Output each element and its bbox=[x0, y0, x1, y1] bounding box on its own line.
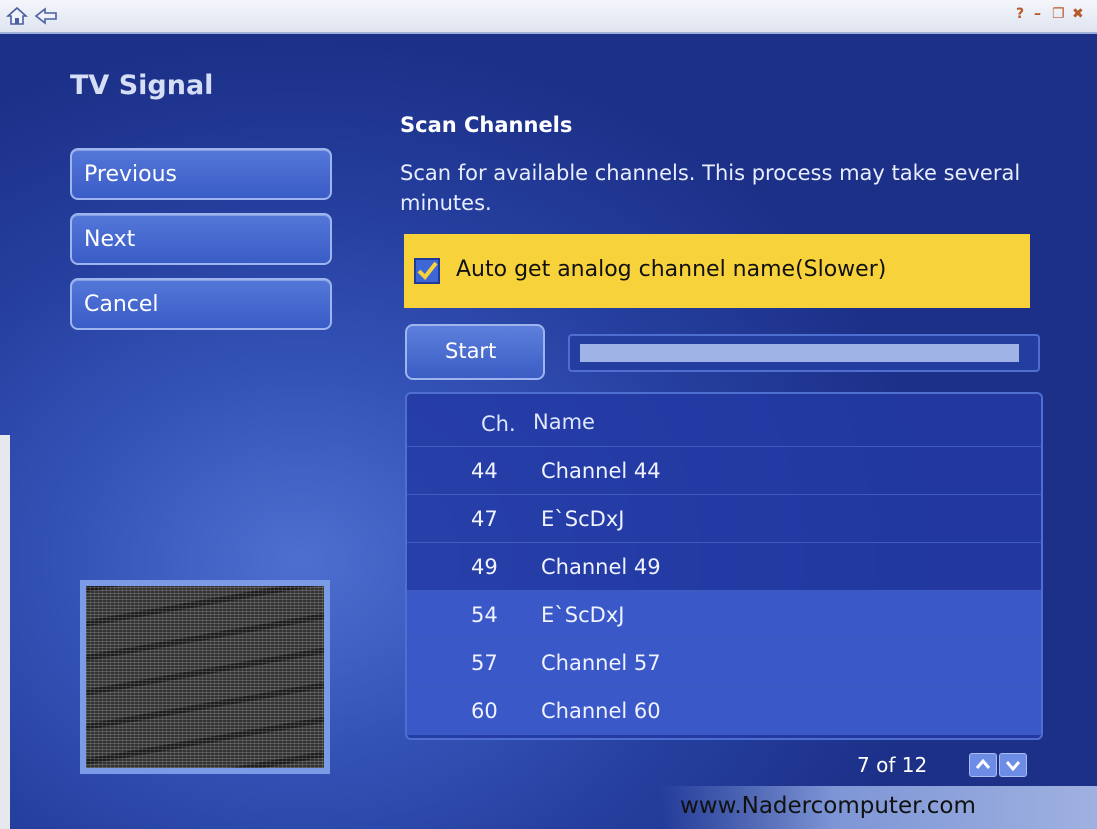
header-ch: Ch. bbox=[481, 412, 516, 436]
row-channel-number: 60 bbox=[471, 699, 498, 723]
row-channel-name: Channel 57 bbox=[541, 651, 661, 675]
restore-icon[interactable]: ❐ bbox=[1052, 6, 1065, 22]
table-row[interactable]: 54 E`ScDxJ bbox=[407, 590, 1041, 639]
row-channel-name: Channel 44 bbox=[541, 459, 661, 483]
page-indicator: 7 of 12 bbox=[857, 753, 928, 777]
footer-watermark: www.Nadercomputer.com bbox=[680, 793, 976, 819]
row-channel-number: 49 bbox=[471, 555, 498, 579]
left-margin bbox=[0, 435, 10, 829]
minimize-icon[interactable]: – bbox=[1034, 6, 1041, 22]
page-down-button[interactable] bbox=[999, 753, 1027, 777]
close-icon[interactable]: ✖ bbox=[1072, 6, 1084, 22]
header-name: Name bbox=[533, 410, 595, 434]
section-description: Scan for available channels. This proces… bbox=[400, 161, 1021, 215]
row-channel-name: E`ScDxJ bbox=[541, 603, 625, 627]
chevron-down-icon bbox=[1005, 761, 1021, 772]
scan-progress-bar bbox=[568, 334, 1040, 372]
chevron-up-icon bbox=[975, 758, 991, 769]
previous-button[interactable]: Previous bbox=[70, 148, 332, 200]
row-channel-name: Channel 60 bbox=[541, 699, 661, 723]
title-bar: ? – ❐ ✖ bbox=[0, 0, 1097, 34]
row-channel-number: 44 bbox=[471, 459, 498, 483]
home-icon[interactable] bbox=[5, 6, 29, 26]
section-title: Scan Channels bbox=[400, 113, 573, 137]
table-row[interactable]: 47 E`ScDxJ bbox=[407, 494, 1041, 543]
checkmark-icon bbox=[417, 261, 438, 281]
row-channel-number: 47 bbox=[471, 507, 498, 531]
back-arrow-icon[interactable] bbox=[34, 6, 57, 26]
table-row[interactable]: 49 Channel 49 bbox=[407, 542, 1041, 591]
help-icon[interactable]: ? bbox=[1016, 6, 1024, 22]
page-title: TV Signal bbox=[70, 70, 214, 101]
auto-name-label: Auto get analog channel name(Slower) bbox=[456, 257, 887, 282]
row-channel-name: Channel 49 bbox=[541, 555, 661, 579]
video-preview bbox=[80, 580, 330, 774]
auto-name-checkbox[interactable] bbox=[414, 258, 440, 284]
start-button[interactable]: Start bbox=[405, 324, 545, 380]
row-channel-number: 57 bbox=[471, 651, 498, 675]
cancel-button[interactable]: Cancel bbox=[70, 278, 332, 330]
auto-name-option[interactable]: Auto get analog channel name(Slower) bbox=[404, 234, 1030, 308]
row-channel-name: E`ScDxJ bbox=[541, 507, 625, 531]
table-row[interactable]: 44 Channel 44 bbox=[407, 446, 1041, 495]
app-window: ? – ❐ ✖ TV Signal Previous Next Cancel S… bbox=[0, 0, 1097, 829]
next-button[interactable]: Next bbox=[70, 213, 332, 265]
channel-list: Ch. Name 44 Channel 44 47 E`ScDxJ 49 Cha… bbox=[405, 392, 1043, 740]
list-header: Ch. Name bbox=[407, 394, 1041, 446]
table-row[interactable]: 57 Channel 57 bbox=[407, 638, 1041, 687]
table-row[interactable]: 60 Channel 60 bbox=[407, 686, 1041, 735]
row-channel-number: 54 bbox=[471, 603, 498, 627]
page-up-button[interactable] bbox=[969, 753, 997, 777]
progress-fill bbox=[580, 344, 1019, 362]
